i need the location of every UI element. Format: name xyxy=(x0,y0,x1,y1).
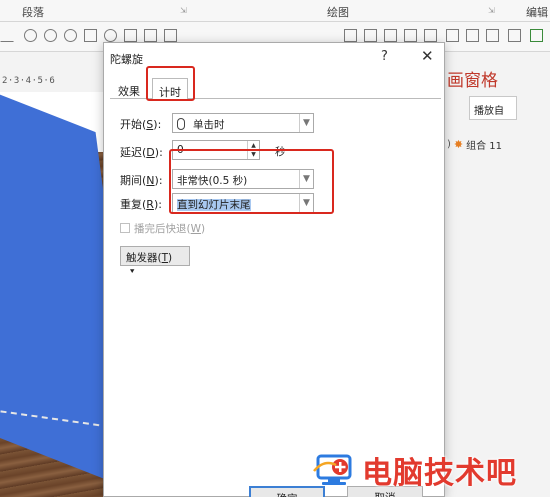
computer-logo-icon xyxy=(312,453,356,487)
oval-shape-icon[interactable] xyxy=(24,29,37,42)
mouse-click-icon xyxy=(177,118,185,130)
align-icon[interactable] xyxy=(164,29,177,42)
watermark: 电脑技术吧 xyxy=(312,448,517,492)
help-icon[interactable]: ? xyxy=(381,49,388,64)
trigger-button[interactable]: 触发器(T) ⯆ xyxy=(120,246,190,276)
circle-shape-icon[interactable] xyxy=(44,29,57,42)
dialog-launcher-icon[interactable]: ⇲ xyxy=(180,6,187,15)
slide-canvas[interactable] xyxy=(0,92,103,497)
expand-arrows-icon: ⯆ xyxy=(129,267,136,276)
animation-item-label: 组合 11 xyxy=(466,140,503,152)
close-icon[interactable]: ✕ xyxy=(421,47,434,65)
square-shape-icon[interactable] xyxy=(124,29,137,42)
delay-label: 延迟(D): xyxy=(120,146,163,159)
distribute-icon[interactable] xyxy=(466,29,479,42)
blue-shape[interactable] xyxy=(0,92,103,494)
distribute-icon[interactable] xyxy=(364,29,377,42)
start-value: 单击时 xyxy=(193,119,225,131)
rewind-checkbox[interactable]: 播完后快退(W) xyxy=(120,221,205,236)
align-icon[interactable] xyxy=(384,29,397,42)
ribbon-group-bar: 段落 ⇲ 绘图 ⇲ 编辑 xyxy=(0,0,550,22)
square-shape-icon[interactable] xyxy=(84,29,97,42)
align-icon[interactable] xyxy=(508,29,521,42)
checkbox-icon[interactable] xyxy=(120,223,130,233)
play-from-button[interactable]: 播放自 xyxy=(469,96,517,120)
horizontal-ruler: 2·3·4·5·6 xyxy=(2,76,56,86)
start-label: 开始(S): xyxy=(120,118,162,131)
highlight-box-timing-tab xyxy=(146,66,195,101)
ribbon-group-paragraph: 段落 xyxy=(22,6,44,19)
tab-effect[interactable]: 效果 xyxy=(112,81,146,99)
circle-shape-icon[interactable] xyxy=(104,29,117,42)
chevron-down-icon[interactable]: ▼ xyxy=(299,114,313,132)
animation-pane-title: 画窗格 xyxy=(447,71,498,91)
ribbon-group-drawing: 绘图 xyxy=(327,6,349,19)
animation-timing-dialog: 陀螺旋 ? ✕ 效果 计时 开始(S): 单击时 ▼ 延迟(D): 0 ▲ ▼ 秒… xyxy=(103,42,445,497)
period-label: 期间(N): xyxy=(120,174,163,187)
align-icon[interactable] xyxy=(486,29,499,42)
select-pane-icon[interactable] xyxy=(530,29,543,42)
repeat-label: 重复(R): xyxy=(120,198,162,211)
align-icon[interactable] xyxy=(424,29,437,42)
align-icon[interactable] xyxy=(344,29,357,42)
highlight-box-fields xyxy=(169,149,334,214)
dialog-launcher-icon[interactable]: ⇲ xyxy=(488,6,495,15)
watermark-text: 电脑技术吧 xyxy=(362,456,517,491)
ribbon-group-edit: 编辑 xyxy=(526,6,548,19)
dialog-title: 陀螺旋 xyxy=(110,53,143,66)
animation-list-item[interactable]: ) ✸ 组合 11 xyxy=(447,137,503,152)
align-icon[interactable] xyxy=(446,29,459,42)
align-icon[interactable] xyxy=(404,29,417,42)
parallelogram-shape-icon[interactable] xyxy=(0,29,21,42)
circle-shape-icon[interactable] xyxy=(64,29,77,42)
start-select[interactable]: 单击时 ▼ xyxy=(172,113,314,133)
square-shape-icon[interactable] xyxy=(144,29,157,42)
emphasis-star-icon: ✸ xyxy=(453,137,464,151)
trigger-marker-icon: ) xyxy=(447,138,451,150)
